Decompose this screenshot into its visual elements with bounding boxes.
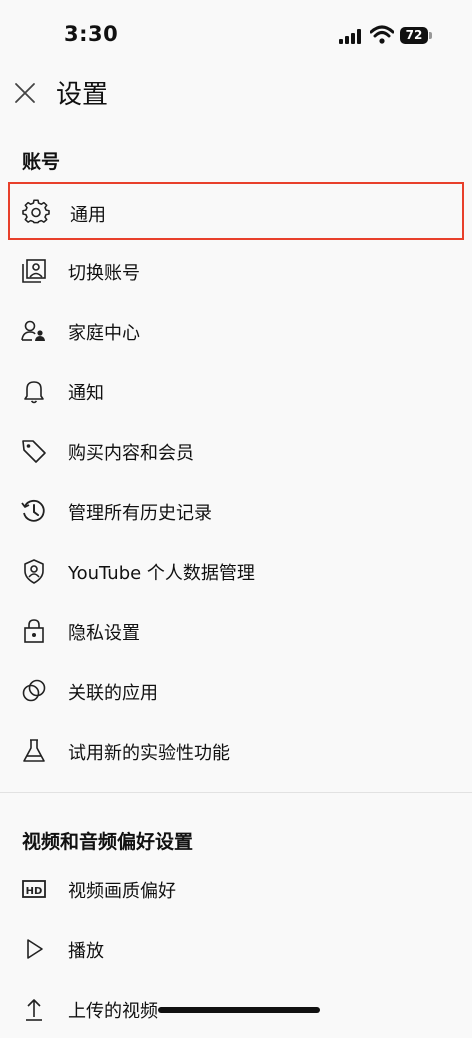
- battery-icon: 72: [400, 27, 428, 44]
- settings-item-family-center[interactable]: 家庭中心: [8, 302, 464, 360]
- battery-cap: [429, 32, 432, 39]
- settings-item-video-quality[interactable]: HD 视频画质偏好: [8, 860, 464, 918]
- home-indicator[interactable]: [158, 1007, 320, 1013]
- settings-item-label: 家庭中心: [68, 323, 140, 344]
- settings-item-label: 视频画质偏好: [68, 881, 176, 902]
- settings-item-history[interactable]: 管理所有历史记录: [8, 482, 464, 540]
- family-icon: [21, 320, 45, 341]
- settings-item-label: 关联的应用: [68, 683, 158, 704]
- settings-item-youtube-data[interactable]: YouTube 个人数据管理: [8, 542, 464, 600]
- tag-icon: [22, 440, 46, 463]
- settings-item-privacy[interactable]: 隐私设置: [8, 602, 464, 660]
- linked-apps-icon: [22, 679, 46, 702]
- settings-item-label: 购买内容和会员: [68, 443, 194, 464]
- settings-item-label: YouTube 个人数据管理: [68, 563, 255, 584]
- upload-icon: [26, 999, 42, 1021]
- section-divider: [0, 792, 472, 793]
- settings-item-label: 试用新的实验性功能: [68, 743, 230, 764]
- settings-item-experimental[interactable]: 试用新的实验性功能: [8, 722, 464, 780]
- svg-text:HD: HD: [26, 886, 43, 897]
- hd-icon: HD: [22, 880, 46, 898]
- status-time: 3:30: [64, 22, 119, 46]
- status-bar: 3:30 72: [0, 0, 472, 70]
- settings-item-notifications[interactable]: 通知: [8, 362, 464, 420]
- history-icon: [21, 499, 45, 522]
- close-icon: [15, 83, 35, 103]
- settings-item-general[interactable]: 通用: [8, 182, 464, 240]
- settings-item-playback[interactable]: 播放: [8, 920, 464, 978]
- bell-icon: [24, 381, 44, 404]
- settings-item-label: 隐私设置: [68, 623, 140, 644]
- section-title-account: 账号: [22, 151, 61, 173]
- settings-item-label: 上传的视频: [68, 1001, 158, 1022]
- gear-icon: [22, 199, 50, 224]
- wifi-icon: [370, 25, 394, 44]
- header: 设置: [0, 70, 472, 116]
- settings-item-label: 播放: [68, 941, 104, 962]
- settings-item-switch-account[interactable]: 切换账号: [8, 242, 464, 300]
- settings-item-label: 切换账号: [68, 263, 140, 284]
- close-button[interactable]: [10, 78, 40, 108]
- play-icon: [27, 939, 43, 959]
- section-title-video-audio: 视频和音频偏好设置: [22, 831, 194, 853]
- settings-item-label: 通知: [68, 383, 104, 404]
- settings-item-purchases[interactable]: 购买内容和会员: [8, 422, 464, 480]
- shield-person-icon: [24, 559, 44, 584]
- settings-item-label: 通用: [70, 205, 106, 226]
- switch-account-icon: [22, 259, 46, 283]
- page-title: 设置: [56, 80, 109, 110]
- flask-icon: [23, 739, 45, 762]
- cellular-signal-icon: [339, 29, 363, 44]
- settings-item-label: 管理所有历史记录: [68, 503, 212, 524]
- settings-item-linked-apps[interactable]: 关联的应用: [8, 662, 464, 720]
- lock-icon: [24, 619, 44, 643]
